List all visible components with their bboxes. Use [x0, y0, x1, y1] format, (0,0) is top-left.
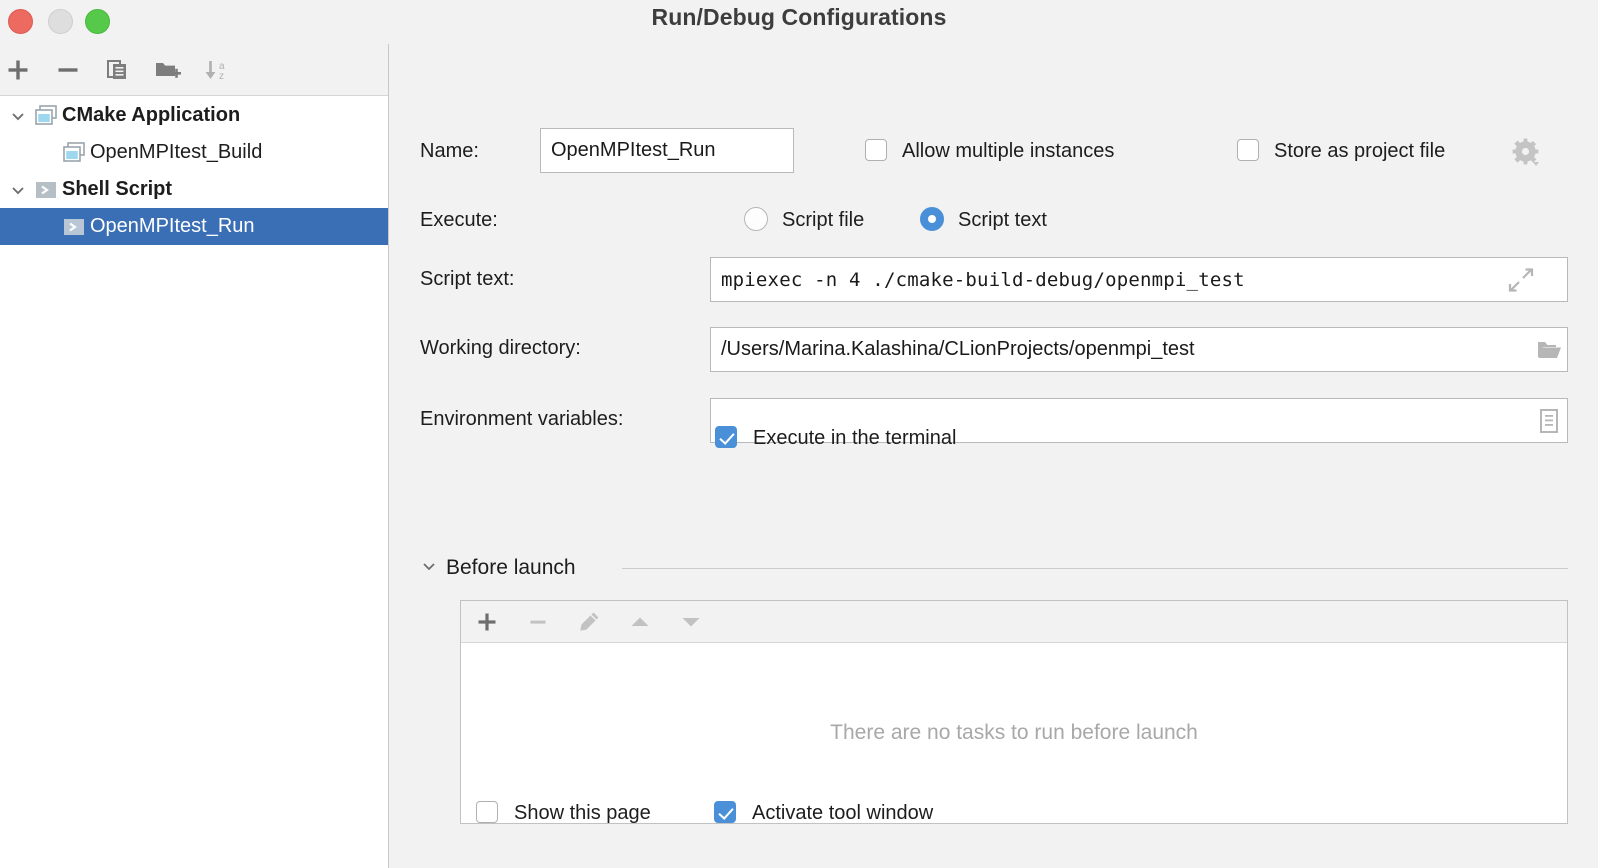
name-input[interactable]: OpenMPItest_Run: [540, 128, 794, 173]
move-task-down-button[interactable]: [675, 606, 707, 638]
shell-script-icon: [60, 208, 88, 245]
tree-item-cmake-application[interactable]: CMake Application: [0, 97, 388, 134]
configurations-tree[interactable]: CMake Application OpenMPItest_Build Shell …: [0, 97, 388, 868]
activate-tool-window-label: Activate tool window: [752, 802, 933, 825]
working-directory-label: Working directory:: [420, 337, 581, 360]
store-as-project-file-label: Store as project file: [1274, 140, 1445, 163]
folder-icon[interactable]: [1508, 338, 1590, 362]
environment-variables-label: Environment variables:: [420, 408, 623, 431]
configurations-panel: a z CMake Application OpenMPItest_Build Sh…: [0, 44, 389, 868]
list-icon[interactable]: [1508, 408, 1590, 434]
sort-configurations-button[interactable]: a z: [200, 52, 236, 88]
activate-tool-window-checkbox[interactable]: [714, 801, 736, 823]
working-directory-input[interactable]: /Users/Marina.Kalashina/CLionProjects/op…: [710, 327, 1568, 372]
chevron-down-icon[interactable]: [4, 171, 32, 208]
chevron-down-icon[interactable]: [4, 97, 32, 134]
run-debug-configurations-dialog: Run/Debug Configurations: [0, 0, 1598, 868]
name-label: Name:: [420, 140, 479, 163]
before-launch-tasks-panel: There are no tasks to run before launch: [460, 600, 1568, 824]
cmake-application-icon: [60, 134, 88, 171]
script-text-label: Script text:: [420, 268, 514, 291]
remove-configuration-button[interactable]: [50, 52, 86, 88]
before-launch-toolbar: [461, 601, 1567, 643]
before-launch-header[interactable]: Before launch: [420, 556, 576, 580]
add-task-button[interactable]: [471, 606, 503, 638]
execute-script-file-radio[interactable]: [744, 207, 768, 231]
svg-text:z: z: [219, 71, 224, 82]
tree-item-label: OpenMPItest_Run: [88, 215, 255, 238]
move-into-folder-button[interactable]: [150, 52, 186, 88]
add-configuration-button[interactable]: [0, 52, 36, 88]
show-this-page-checkbox[interactable]: [476, 801, 498, 823]
cmake-application-icon: [32, 97, 60, 134]
execute-script-file-label: Script file: [782, 209, 864, 232]
allow-multiple-instances-label: Allow multiple instances: [902, 140, 1114, 163]
script-text-input[interactable]: mpiexec -n 4 ./cmake-build-debug/openmpi…: [710, 257, 1568, 302]
tree-toolbar: a z: [0, 44, 388, 96]
tree-item-openmpitest-run[interactable]: OpenMPItest_Run: [0, 208, 388, 245]
tree-item-shell-script[interactable]: Shell Script: [0, 171, 388, 208]
tree-item-label: CMake Application: [60, 104, 240, 127]
configuration-form: Name: OpenMPItest_Run Allow multiple ins…: [390, 44, 1598, 868]
expand-icon[interactable]: [1508, 267, 1534, 293]
allow-multiple-instances-checkbox[interactable]: [865, 139, 887, 161]
show-this-page-label: Show this page: [514, 802, 651, 825]
chevron-down-icon[interactable]: [420, 557, 438, 580]
edit-task-button[interactable]: [573, 606, 605, 638]
before-launch-empty-message: There are no tasks to run before launch: [461, 643, 1567, 823]
execute-script-text-label: Script text: [958, 209, 1047, 232]
tree-item-openmpitest-build[interactable]: OpenMPItest_Build: [0, 134, 388, 171]
page-title: Run/Debug Configurations: [0, 4, 1598, 31]
before-launch-title: Before launch: [446, 556, 576, 580]
gear-icon[interactable]: [1512, 138, 1542, 173]
store-as-project-file-checkbox[interactable]: [1237, 139, 1259, 161]
before-launch-divider: [622, 568, 1568, 569]
shell-script-icon: [32, 171, 60, 208]
execute-in-terminal-label: Execute in the terminal: [753, 427, 956, 450]
execute-in-terminal-checkbox[interactable]: [715, 426, 737, 448]
tree-item-label: OpenMPItest_Build: [88, 141, 262, 164]
remove-task-button[interactable]: [522, 606, 554, 638]
copy-configuration-button[interactable]: [100, 52, 136, 88]
move-task-up-button[interactable]: [624, 606, 656, 638]
title-bar: Run/Debug Configurations: [0, 0, 1598, 44]
tree-item-label: Shell Script: [60, 178, 172, 201]
execute-label: Execute:: [420, 209, 498, 232]
execute-script-text-radio[interactable]: [920, 207, 944, 231]
